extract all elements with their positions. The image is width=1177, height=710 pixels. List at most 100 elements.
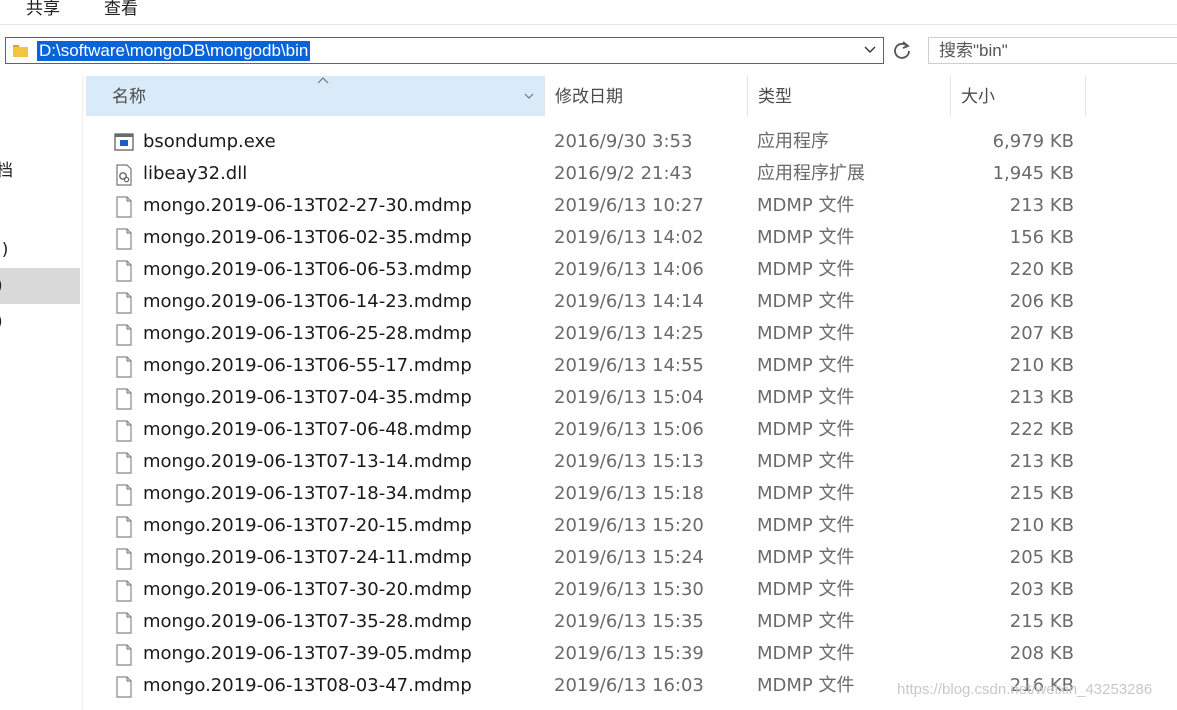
file-icon: [114, 196, 134, 218]
file-type: MDMP 文件: [757, 291, 855, 312]
file-date: 2016/9/30 3:53: [554, 131, 693, 152]
column-dropdown-icon[interactable]: [522, 89, 536, 103]
file-name: mongo.2019-06-13T07-20-15.mdmp: [143, 515, 472, 536]
file-row[interactable]: mongo.2019-06-13T06-14-23.mdmp 2019/6/13 …: [86, 286, 1177, 318]
column-header-size[interactable]: 大小: [950, 76, 1086, 116]
file-size: 208 KB: [1009, 643, 1074, 664]
file-type: MDMP 文件: [757, 419, 855, 440]
file-date: 2019/6/13 15:18: [554, 483, 704, 504]
file-name: mongo.2019-06-13T06-14-23.mdmp: [143, 291, 472, 312]
file-row[interactable]: mongo.2019-06-13T07-06-48.mdmp 2019/6/13 …: [86, 414, 1177, 446]
file-size: 203 KB: [1009, 579, 1074, 600]
file-name: mongo.2019-06-13T07-35-28.mdmp: [143, 611, 472, 632]
file-type: MDMP 文件: [757, 451, 855, 472]
file-name: mongo.2019-06-13T07-24-11.mdmp: [143, 547, 472, 568]
file-row[interactable]: mongo.2019-06-13T07-39-05.mdmp 2019/6/13 …: [86, 638, 1177, 670]
address-row: D:\software\mongoDB\mongodb\bin 搜索"bin": [0, 25, 1177, 75]
file-size: 213 KB: [1009, 451, 1074, 472]
column-header-date[interactable]: 修改日期: [544, 76, 747, 116]
exe-icon: [114, 132, 134, 154]
file-date: 2019/6/13 15:04: [554, 387, 704, 408]
file-row[interactable]: libeay32.dll 2016/9/2 21:43 应用程序扩展 1,945 KB: [86, 158, 1177, 190]
file-row[interactable]: mongo.2019-06-13T02-27-30.mdmp 2019/6/13 …: [86, 190, 1177, 222]
file-name: mongo.2019-06-13T07-04-35.mdmp: [143, 387, 472, 408]
ribbon: 共享 查看: [0, 0, 1177, 25]
file-row[interactable]: mongo.2019-06-13T06-55-17.mdmp 2019/6/13 …: [86, 350, 1177, 382]
file-icon: [114, 420, 134, 442]
file-date: 2019/6/13 15:39: [554, 643, 704, 664]
file-type: MDMP 文件: [757, 611, 855, 632]
dll-icon: [114, 164, 134, 186]
file-name: bsondump.exe: [143, 131, 276, 152]
file-row[interactable]: mongo.2019-06-13T06-02-35.mdmp 2019/6/13 …: [86, 222, 1177, 254]
column-label-size: 大小: [961, 87, 995, 107]
file-list: 名称 修改日期 类型 大小 bsondump.exe 2016/9/30 3:53…: [86, 76, 1177, 710]
file-size: 206 KB: [1009, 291, 1074, 312]
file-size: 213 KB: [1009, 387, 1074, 408]
file-date: 2019/6/13 14:02: [554, 227, 704, 248]
file-name: mongo.2019-06-13T07-18-34.mdmp: [143, 483, 472, 504]
file-row[interactable]: mongo.2019-06-13T07-13-14.mdmp 2019/6/13 …: [86, 446, 1177, 478]
watermark: https://blog.csdn.net/weixin_43253286: [897, 681, 1153, 698]
nav-item[interactable]: ): [0, 312, 3, 332]
file-size: 222 KB: [1009, 419, 1074, 440]
file-name: mongo.2019-06-13T07-30-20.mdmp: [143, 579, 472, 600]
search-input[interactable]: 搜索"bin": [928, 37, 1177, 64]
nav-item[interactable]: :): [0, 240, 8, 260]
file-name: mongo.2019-06-13T07-13-14.mdmp: [143, 451, 472, 472]
file-type: MDMP 文件: [757, 483, 855, 504]
file-icon: [114, 612, 134, 634]
file-name: libeay32.dll: [143, 163, 248, 184]
file-rows: bsondump.exe 2016/9/30 3:53 应用程序 6,979 KB li…: [86, 126, 1177, 702]
file-type: 应用程序: [757, 131, 829, 152]
column-label-name: 名称: [112, 87, 146, 107]
file-size: 6,979 KB: [992, 131, 1074, 152]
nav-item[interactable]: 档: [0, 156, 13, 181]
nav-item[interactable]: ): [0, 276, 3, 296]
file-row[interactable]: mongo.2019-06-13T07-24-11.mdmp 2019/6/13 …: [86, 542, 1177, 574]
file-name: mongo.2019-06-13T08-03-47.mdmp: [143, 675, 472, 696]
file-row[interactable]: mongo.2019-06-13T07-18-34.mdmp 2019/6/13 …: [86, 478, 1177, 510]
file-icon: [114, 580, 134, 602]
file-date: 2016/9/2 21:43: [554, 163, 693, 184]
file-row[interactable]: bsondump.exe 2016/9/30 3:53 应用程序 6,979 KB: [86, 126, 1177, 158]
file-size: 156 KB: [1009, 227, 1074, 248]
address-bar[interactable]: D:\software\mongoDB\mongodb\bin: [5, 37, 884, 64]
column-header-type[interactable]: 类型: [747, 76, 950, 116]
nav-selected-item[interactable]: [0, 268, 80, 304]
file-size: 1,945 KB: [992, 163, 1074, 184]
file-name: mongo.2019-06-13T06-55-17.mdmp: [143, 355, 472, 376]
tab-share[interactable]: 共享: [26, 0, 60, 19]
file-date: 2019/6/13 14:25: [554, 323, 704, 344]
file-row[interactable]: mongo.2019-06-13T07-30-20.mdmp 2019/6/13 …: [86, 574, 1177, 606]
file-name: mongo.2019-06-13T07-06-48.mdmp: [143, 419, 472, 440]
file-type: MDMP 文件: [757, 227, 855, 248]
chevron-down-icon[interactable]: [863, 42, 877, 58]
file-date: 2019/6/13 15:30: [554, 579, 704, 600]
file-row[interactable]: mongo.2019-06-13T07-20-15.mdmp 2019/6/13 …: [86, 510, 1177, 542]
file-size: 215 KB: [1009, 611, 1074, 632]
file-icon: [114, 484, 134, 506]
file-date: 2019/6/13 14:06: [554, 259, 704, 280]
search-placeholder: 搜索"bin": [939, 41, 1008, 60]
file-type: MDMP 文件: [757, 387, 855, 408]
file-icon: [114, 228, 134, 250]
file-date: 2019/6/13 14:14: [554, 291, 704, 312]
navigation-pane: 档 :) ) ): [0, 76, 83, 710]
column-header-name[interactable]: 名称: [86, 76, 544, 116]
column-label-date: 修改日期: [555, 87, 623, 107]
file-icon: [114, 260, 134, 282]
file-size: 210 KB: [1009, 355, 1074, 376]
sort-up-icon: [316, 74, 330, 88]
file-icon: [114, 548, 134, 570]
file-type: 应用程序扩展: [757, 163, 865, 184]
file-row[interactable]: mongo.2019-06-13T06-06-53.mdmp 2019/6/13 …: [86, 254, 1177, 286]
file-row[interactable]: mongo.2019-06-13T07-04-35.mdmp 2019/6/13 …: [86, 382, 1177, 414]
address-path[interactable]: D:\software\mongoDB\mongodb\bin: [37, 41, 311, 61]
file-name: mongo.2019-06-13T06-02-35.mdmp: [143, 227, 472, 248]
file-row[interactable]: mongo.2019-06-13T06-25-28.mdmp 2019/6/13 …: [86, 318, 1177, 350]
file-date: 2019/6/13 15:35: [554, 611, 704, 632]
tab-view[interactable]: 查看: [104, 0, 138, 19]
refresh-icon[interactable]: [890, 39, 914, 63]
file-row[interactable]: mongo.2019-06-13T07-35-28.mdmp 2019/6/13 …: [86, 606, 1177, 638]
